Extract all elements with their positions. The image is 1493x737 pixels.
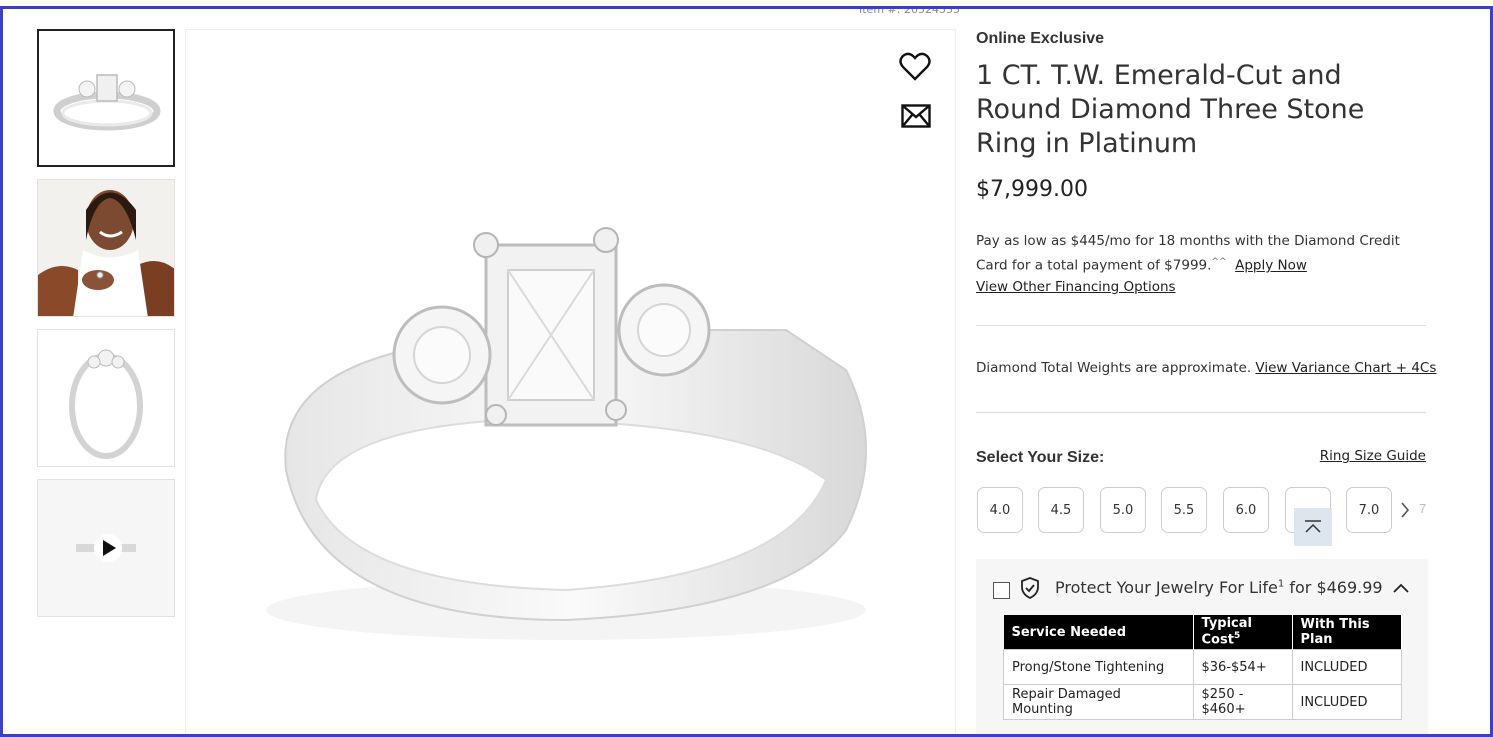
protection-plan-checkbox[interactable]	[993, 582, 1010, 599]
other-financing-link[interactable]: View Other Financing Options	[976, 279, 1176, 295]
protection-text: Protect Your Jewelry For Life	[1055, 578, 1278, 597]
financing-info: Pay as low as $445/mo for 18 months with…	[976, 231, 1428, 298]
financing-sup: ^^	[1211, 257, 1227, 267]
model-wearing-image	[38, 180, 174, 316]
size-option-4-0[interactable]: 4.0	[977, 487, 1023, 533]
size-option-5-0[interactable]: 5.0	[1100, 487, 1146, 533]
ring-size-guide-link[interactable]: Ring Size Guide	[1320, 448, 1426, 464]
table-cell: INCLUDED	[1291, 684, 1402, 720]
table-header-row: Service Needed Typical Cost5 With This P…	[1003, 615, 1402, 650]
cost-header-sup: 5	[1233, 631, 1241, 642]
page-frame: Item #: 20524555 Online Exclusive 1 CT. …	[0, 6, 1493, 737]
protection-sup: 1	[1277, 578, 1285, 590]
chevron-right-icon[interactable]	[1400, 501, 1410, 524]
size-option-5-5[interactable]: 5.5	[1161, 487, 1207, 533]
product-title: 1 CT. T.W. Emerald-Cut and Round Diamond…	[976, 60, 1365, 159]
cost-header-text: Typical Cost	[1201, 616, 1253, 648]
table-cell: Prong/Stone Tightening	[1003, 649, 1194, 685]
protection-plan-panel: Protect Your Jewelry For Life1 for $469.…	[976, 559, 1428, 734]
table-cell: INCLUDED	[1291, 649, 1402, 685]
scroll-to-top-button[interactable]	[1294, 508, 1332, 546]
heart-icon[interactable]	[899, 52, 931, 87]
size-option-overflow[interactable]: 7	[1419, 501, 1428, 516]
thumbnail-video[interactable]	[37, 479, 175, 617]
size-option-6-0[interactable]: 6.0	[1223, 487, 1269, 533]
chevron-up-icon[interactable]	[1392, 581, 1410, 599]
column-header-plan: With This Plan	[1292, 615, 1402, 650]
protection-plan-label: Protect Your Jewelry For Life1 for $469.…	[1055, 578, 1383, 597]
item-number: Item #: 20524555	[859, 6, 960, 16]
table-cell: $250 - $460+	[1192, 684, 1293, 720]
size-option-7-0[interactable]: 7.0	[1346, 487, 1392, 533]
protection-price: for $469.99	[1289, 578, 1383, 597]
online-exclusive-label: Online Exclusive	[976, 30, 1105, 47]
divider	[976, 325, 1426, 326]
thumbnail-model[interactable]	[37, 179, 175, 317]
thumbnail-ring-side[interactable]	[37, 329, 175, 467]
video-preview-image	[38, 480, 174, 616]
variance-chart-link[interactable]: View Variance Chart + 4Cs	[1255, 360, 1436, 376]
mail-icon[interactable]	[901, 104, 931, 133]
table-row: Repair Damaged Mounting $250 - $460+ INC…	[1003, 684, 1402, 720]
main-product-image[interactable]	[185, 29, 956, 734]
select-size-label: Select Your Size:	[976, 449, 1105, 466]
ring-front-image	[53, 74, 161, 131]
thumbnail-ring-front[interactable]	[37, 29, 175, 167]
table-cell: $36-$54+	[1192, 649, 1293, 685]
column-header-cost: Typical Cost5	[1193, 615, 1293, 650]
financing-text: Pay as low as $445/mo for 18 months with…	[976, 233, 1400, 274]
divider	[976, 412, 1426, 413]
weights-text: Diamond Total Weights are approximate.	[976, 360, 1252, 376]
diamond-weights-note: Diamond Total Weights are approximate. V…	[976, 360, 1436, 376]
size-option-4-5[interactable]: 4.5	[1038, 487, 1084, 533]
ring-main-image	[266, 227, 867, 640]
chevron-up-icon	[1305, 520, 1321, 533]
table-cell: Repair Damaged Mounting	[1003, 684, 1194, 720]
column-header-service: Service Needed	[1003, 615, 1194, 650]
shield-check-icon	[1020, 577, 1040, 604]
table-row: Prong/Stone Tightening $36-$54+ INCLUDED	[1003, 649, 1402, 685]
product-price: $7,999.00	[976, 177, 1088, 202]
apply-now-link[interactable]: Apply Now	[1235, 258, 1307, 274]
protection-plan-table: Service Needed Typical Cost5 With This P…	[1003, 615, 1402, 720]
ring-side-image	[69, 349, 143, 459]
